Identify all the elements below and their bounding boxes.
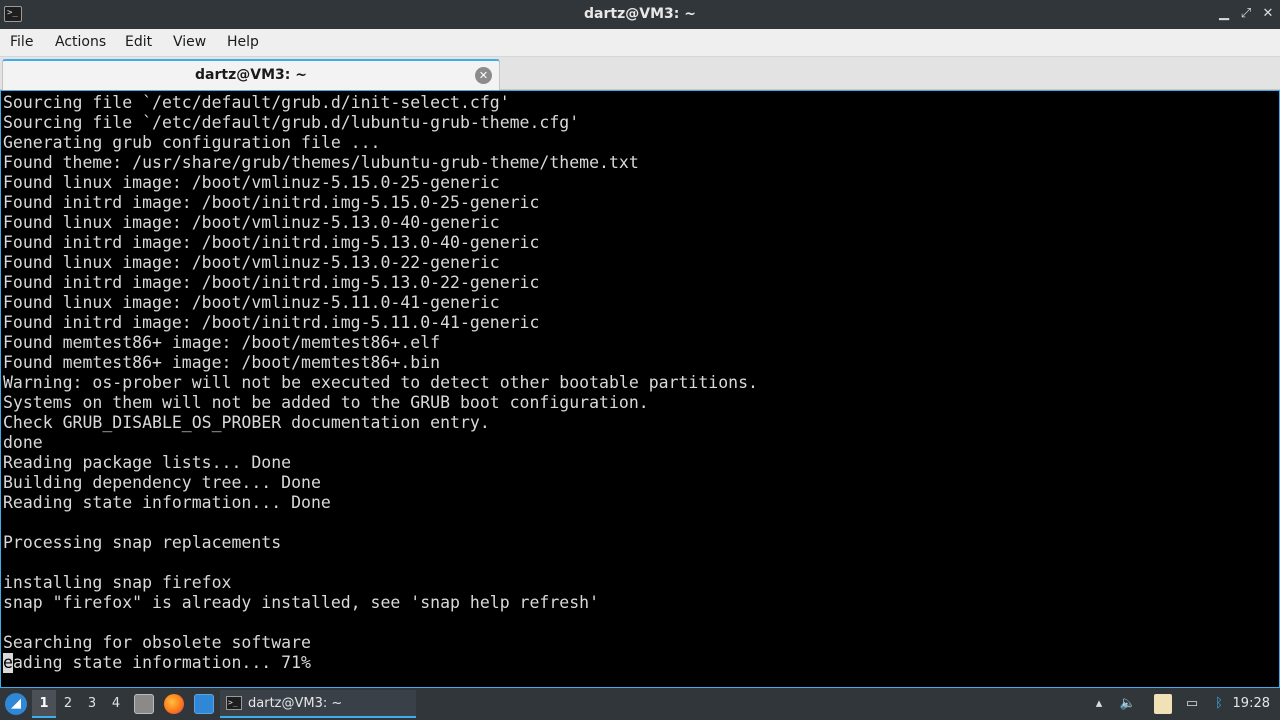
terminal-line: Reading package lists... Done (3, 453, 292, 472)
menu-edit[interactable]: Edit (125, 34, 152, 50)
terminal-line: Systems on them will not be added to the… (3, 393, 649, 412)
terminal-line: Found initrd image: /boot/initrd.img-5.1… (3, 273, 540, 292)
taskbar-item-label: dartz@VM3: ~ (248, 696, 343, 711)
terminal-line: Found memtest86+ image: /boot/memtest86+… (3, 353, 441, 372)
terminal-line: Found initrd image: /boot/initrd.img-5.1… (3, 313, 540, 332)
terminal-line: snap "firefox" is already installed, see… (3, 593, 600, 612)
menu-bar: File Actions Edit View Help (0, 29, 1280, 57)
terminal-line: Found linux image: /boot/vmlinuz-5.13.0-… (3, 213, 500, 232)
terminal-line: Reading state information... Done (3, 493, 331, 512)
tab-terminal[interactable]: dartz@VM3: ~ ✕ (2, 59, 500, 90)
window-title: dartz@VM3: ~ (584, 6, 696, 22)
terminal-line-current: eading state information... 71% (3, 653, 758, 673)
bluetooth-icon[interactable]: ᛒ (1208, 693, 1230, 715)
file-manager-icon[interactable] (194, 694, 214, 714)
terminal-line: Found initrd image: /boot/initrd.img-5.1… (3, 193, 540, 212)
terminal-line: Sourcing file `/etc/default/grub.d/init-… (3, 93, 510, 112)
tab-close-icon[interactable]: ✕ (475, 67, 492, 84)
terminal-cursor: e (3, 653, 13, 673)
terminal-line: Warning: os-prober will not be executed … (3, 373, 758, 392)
maximize-button[interactable]: ⤢ (1237, 5, 1255, 23)
taskbar: ◢ 1 2 3 4 >_ dartz@VM3: ~ ▴ 🔈 ▭ ᛒ 19:28 (0, 688, 1280, 720)
minimize-button[interactable]: ▁ (1215, 5, 1233, 23)
terminal-progress-text: ading state information... 71% (12, 653, 311, 672)
menu-file[interactable]: File (10, 34, 33, 50)
show-desktop-icon[interactable] (134, 694, 154, 714)
network-icon[interactable]: ▭ (1181, 693, 1203, 715)
terminal-output: Sourcing file `/etc/default/grub.d/init-… (3, 93, 758, 673)
terminal-line: done (3, 433, 43, 452)
menu-help[interactable]: Help (227, 34, 259, 50)
terminal-line: Processing snap replacements (3, 533, 282, 552)
terminal-line: Found linux image: /boot/vmlinuz-5.11.0-… (3, 293, 500, 312)
tab-label: dartz@VM3: ~ (195, 67, 307, 83)
start-menu-icon[interactable]: ◢ (5, 693, 27, 715)
terminal-view[interactable]: Sourcing file `/etc/default/grub.d/init-… (0, 90, 1280, 688)
window-titlebar[interactable]: >_ dartz@VM3: ~ ▁ ⤢ ✕ (0, 0, 1280, 29)
firefox-icon[interactable] (164, 694, 184, 714)
taskbar-item-terminal[interactable]: >_ dartz@VM3: ~ (220, 690, 416, 718)
clipboard-icon[interactable] (1154, 694, 1172, 714)
workspace-1[interactable]: 1 (36, 696, 52, 711)
volume-icon[interactable]: 🔈 (1117, 693, 1139, 715)
menu-actions[interactable]: Actions (55, 34, 106, 50)
tab-bar: dartz@VM3: ~ ✕ (0, 57, 1280, 90)
workspace-3[interactable]: 3 (84, 696, 100, 711)
terminal-line: Found initrd image: /boot/initrd.img-5.1… (3, 233, 540, 252)
terminal-line: installing snap firefox (3, 573, 232, 592)
terminal-line: Found linux image: /boot/vmlinuz-5.13.0-… (3, 253, 500, 272)
terminal-line: Found memtest86+ image: /boot/memtest86+… (3, 333, 441, 352)
terminal-icon: >_ (226, 696, 242, 710)
workspace-2[interactable]: 2 (60, 696, 76, 711)
clock[interactable]: 19:28 (1233, 696, 1270, 711)
terminal-line: Sourcing file `/etc/default/grub.d/lubun… (3, 113, 580, 132)
terminal-line: Searching for obsolete software (3, 633, 311, 652)
terminal-line: Generating grub configuration file ... (3, 133, 381, 152)
terminal-line: Found theme: /usr/share/grub/themes/lubu… (3, 153, 639, 172)
terminal-line: Building dependency tree... Done (3, 473, 321, 492)
panel-arrow-icon[interactable]: ▴ (1088, 693, 1110, 715)
terminal-line: Check GRUB_DISABLE_OS_PROBER documentati… (3, 413, 490, 432)
workspace-4[interactable]: 4 (108, 696, 124, 711)
menu-view[interactable]: View (173, 34, 206, 50)
terminal-line: Found linux image: /boot/vmlinuz-5.15.0-… (3, 173, 500, 192)
close-button[interactable]: ✕ (1259, 5, 1277, 23)
